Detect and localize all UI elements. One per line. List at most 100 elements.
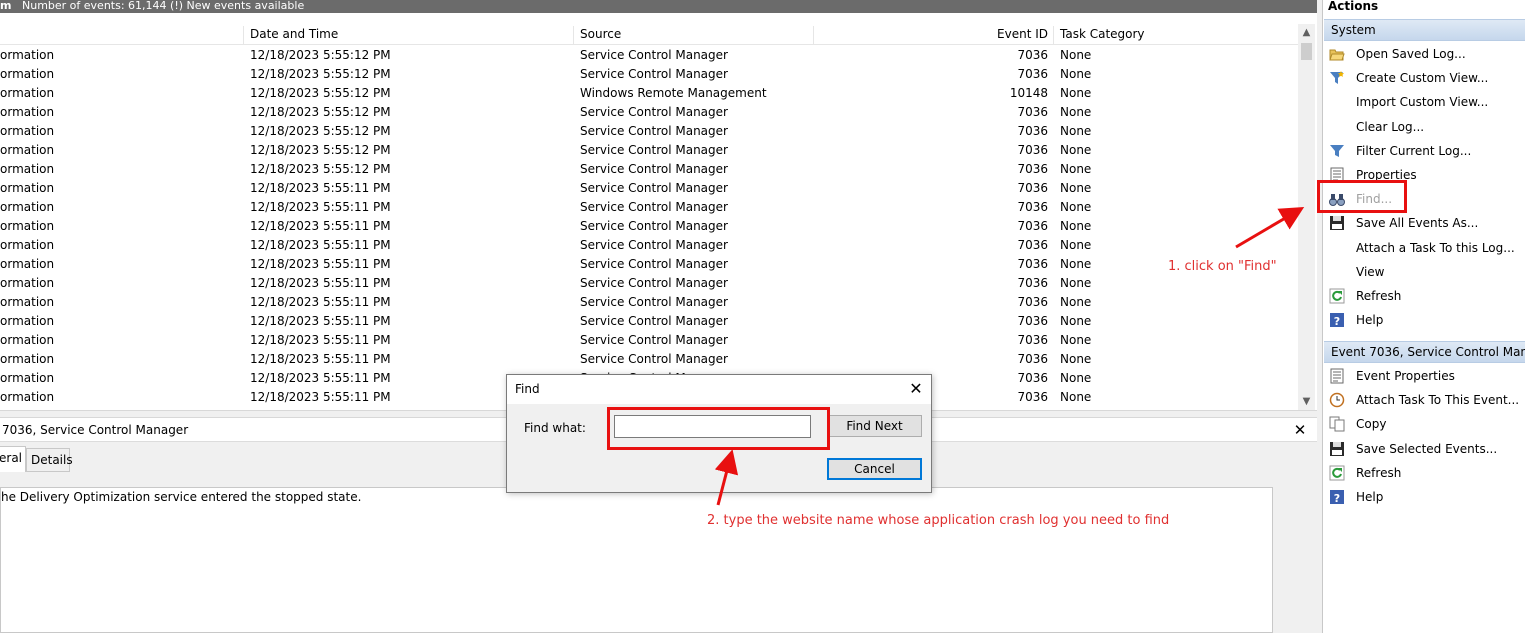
cell-date: 12/18/2023 5:55:12 PM bbox=[250, 48, 391, 62]
action-filter-current-log[interactable]: Filter Current Log... bbox=[1324, 139, 1525, 163]
action-refresh[interactable]: Refresh bbox=[1324, 284, 1525, 308]
funnel-icon bbox=[1329, 143, 1345, 159]
action-help[interactable]: ? Help bbox=[1324, 308, 1525, 332]
action-label: Filter Current Log... bbox=[1356, 143, 1472, 158]
actions-pane: Actions System Open Saved Log... Create C… bbox=[1324, 0, 1525, 633]
action-view[interactable]: View bbox=[1324, 260, 1525, 284]
cancel-button[interactable]: Cancel bbox=[827, 458, 922, 480]
action-help[interactable]: ? Help bbox=[1324, 485, 1525, 509]
tab-general[interactable]: eral bbox=[0, 446, 26, 472]
table-row[interactable]: ormation 12/18/2023 5:55:12 PM Service Con… bbox=[0, 65, 1298, 84]
action-save-selected-events[interactable]: Save Selected Events... bbox=[1324, 437, 1525, 461]
column-header-date[interactable]: Date and Time bbox=[250, 24, 338, 45]
column-separator[interactable] bbox=[813, 26, 814, 44]
action-label: Import Custom View... bbox=[1356, 95, 1489, 110]
cell-source: Service Control Manager bbox=[580, 162, 728, 176]
find-next-button[interactable]: Find Next bbox=[827, 415, 922, 437]
cell-level: ormation bbox=[0, 124, 55, 138]
action-attach-task-to-this-event[interactable]: Attach Task To This Event... bbox=[1324, 388, 1525, 412]
cell-source: Service Control Manager bbox=[580, 48, 728, 62]
table-row[interactable]: ormation 12/18/2023 5:55:11 PM Service Con… bbox=[0, 217, 1298, 236]
section-header-event[interactable]: Event 7036, Service Control Manager bbox=[1324, 341, 1525, 363]
annotation-step-1: 1. click on "Find" bbox=[1168, 259, 1277, 274]
cell-task-category: None bbox=[1060, 200, 1092, 214]
table-row[interactable]: ormation 12/18/2023 5:55:12 PM Service Con… bbox=[0, 46, 1298, 65]
section-header-system[interactable]: System bbox=[1324, 19, 1525, 41]
action-label: Create Custom View... bbox=[1356, 71, 1489, 86]
cell-date: 12/18/2023 5:55:12 PM bbox=[250, 143, 391, 157]
action-save-all-events-as[interactable]: Save All Events As... bbox=[1324, 211, 1525, 235]
help-icon: ? bbox=[1329, 489, 1345, 505]
column-separator[interactable] bbox=[243, 26, 244, 44]
table-row[interactable]: ormation 12/18/2023 5:55:12 PM Windows Rem… bbox=[0, 84, 1298, 103]
table-row[interactable]: ormation 12/18/2023 5:55:12 PM Service Con… bbox=[0, 160, 1298, 179]
find-what-label: Find what: bbox=[524, 421, 586, 435]
tab-details[interactable]: Details bbox=[26, 448, 73, 472]
cell-date: 12/18/2023 5:55:11 PM bbox=[250, 181, 391, 195]
action-open-saved-log[interactable]: Open Saved Log... bbox=[1324, 42, 1525, 66]
cell-event-id: 7036 bbox=[1017, 67, 1048, 81]
log-header-bar: m Number of events: 61,144 (!) New event… bbox=[0, 0, 1317, 13]
column-separator[interactable] bbox=[573, 26, 574, 44]
cell-source: Service Control Manager bbox=[580, 295, 728, 309]
scroll-thumb[interactable] bbox=[1301, 43, 1312, 60]
cell-event-id: 7036 bbox=[1017, 238, 1048, 252]
scroll-down-icon[interactable]: ▼ bbox=[1298, 393, 1315, 410]
cell-task-category: None bbox=[1060, 407, 1091, 408]
cell-source: Service Control Manager bbox=[580, 67, 728, 81]
cell-source: Service Control Manager bbox=[580, 143, 728, 157]
table-row[interactable]: ormation 12/18/2023 5:55:11 PM Service Con… bbox=[0, 274, 1298, 293]
action-attach-a-task-to-this-log[interactable]: Attach a Task To this Log... bbox=[1324, 236, 1525, 260]
find-dialog-titlebar[interactable]: Find ✕ bbox=[507, 375, 931, 404]
column-header-task-category[interactable]: Task Category bbox=[1060, 24, 1145, 45]
action-clear-log[interactable]: Clear Log... bbox=[1324, 115, 1525, 139]
table-row[interactable]: ormation 12/18/2023 5:55:11 PM Service Con… bbox=[0, 293, 1298, 312]
cell-date: 12/18/2023 5:55:11 PM bbox=[250, 407, 391, 408]
cell-task-category: None bbox=[1060, 238, 1092, 252]
highlight-box-find-input bbox=[607, 407, 830, 450]
cell-level: ormation bbox=[0, 407, 54, 408]
column-header-source[interactable]: Source bbox=[580, 24, 621, 45]
table-row[interactable]: ormation 12/18/2023 5:55:11 PM Service Con… bbox=[0, 350, 1298, 369]
cell-level: ormation bbox=[0, 390, 55, 404]
cell-date: 12/18/2023 5:55:11 PM bbox=[250, 219, 391, 233]
cell-source: Service Control Manager bbox=[580, 257, 728, 271]
event-list-scrollbar[interactable]: ▲ ▼ bbox=[1298, 24, 1315, 410]
table-row[interactable]: ormation 12/18/2023 5:55:12 PM Service Con… bbox=[0, 141, 1298, 160]
table-row[interactable]: ormation 12/18/2023 5:55:11 PM Service Con… bbox=[0, 312, 1298, 331]
action-import-custom-view[interactable]: Import Custom View... bbox=[1324, 90, 1525, 114]
cell-source: Service Control Manager bbox=[580, 333, 728, 347]
event-description-box[interactable]: he Delivery Optimization service entered… bbox=[0, 487, 1273, 633]
cell-source: Service Control Manager bbox=[580, 105, 728, 119]
table-row[interactable]: ormation 12/18/2023 5:55:12 PM Service Con… bbox=[0, 122, 1298, 141]
cell-event-id: 7036 bbox=[1017, 390, 1048, 404]
cell-task-category: None bbox=[1060, 276, 1092, 290]
detail-close-icon[interactable]: ✕ bbox=[1292, 420, 1308, 440]
scroll-up-icon[interactable]: ▲ bbox=[1298, 24, 1315, 41]
pane-divider[interactable] bbox=[1317, 0, 1323, 633]
table-row[interactable]: ormation 12/18/2023 5:55:11 PM Service Con… bbox=[0, 198, 1298, 217]
action-label: Save All Events As... bbox=[1356, 216, 1479, 231]
table-row[interactable]: ormation 12/18/2023 5:55:11 PM Service Con… bbox=[0, 331, 1298, 350]
table-row[interactable]: ormation 12/18/2023 5:55:11 PM Service Con… bbox=[0, 236, 1298, 255]
cell-event-id: 7036 bbox=[1017, 295, 1048, 309]
cell-date: 12/18/2023 5:55:11 PM bbox=[250, 200, 391, 214]
action-refresh[interactable]: Refresh bbox=[1324, 461, 1525, 485]
table-row[interactable]: ormation 12/18/2023 5:55:11 PM Service Con… bbox=[0, 179, 1298, 198]
svg-text:?: ? bbox=[1334, 492, 1340, 505]
column-header-event-id[interactable]: Event ID bbox=[997, 24, 1048, 45]
action-copy[interactable]: Copy bbox=[1324, 412, 1525, 436]
cell-level: ormation bbox=[0, 105, 55, 119]
cell-event-id: 7036 bbox=[1017, 200, 1048, 214]
cell-task-category: None bbox=[1060, 333, 1092, 347]
close-icon[interactable]: ✕ bbox=[905, 378, 927, 400]
action-create-custom-view[interactable]: Create Custom View... bbox=[1324, 66, 1525, 90]
cell-task-category: None bbox=[1060, 295, 1092, 309]
cell-task-category: None bbox=[1060, 257, 1092, 271]
table-row[interactable]: ormation 12/18/2023 5:55:12 PM Service Con… bbox=[0, 103, 1298, 122]
cell-level: ormation bbox=[0, 238, 55, 252]
table-row[interactable]: ormation 12/18/2023 5:55:11 PM Service Con… bbox=[0, 255, 1298, 274]
action-event-properties[interactable]: Event Properties bbox=[1324, 364, 1525, 388]
cell-date: 12/18/2023 5:55:11 PM bbox=[250, 295, 391, 309]
column-separator[interactable] bbox=[1053, 26, 1054, 44]
